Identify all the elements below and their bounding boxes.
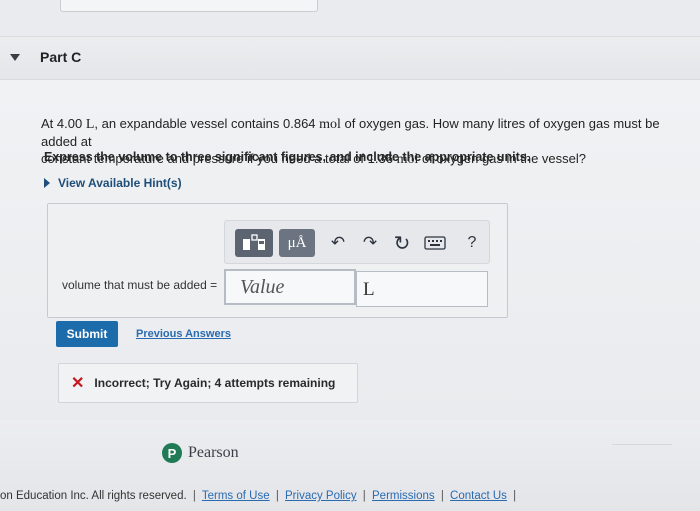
footer-separator: | [362,490,366,502]
pearson-name: Pearson [188,444,239,461]
footer-separator: | [275,490,279,502]
pearson-logo-icon: P [162,443,182,463]
redo-icon[interactable]: ↷ [359,229,381,257]
top-answer-box-edge [60,0,318,12]
expand-caret-icon [44,178,50,188]
view-hints-link[interactable]: View Available Hint(s) [44,176,182,190]
previous-answers-link[interactable]: Previous Answers [136,328,231,340]
instructions: Express the volume to three significant … [44,150,531,164]
terms-of-use-link[interactable]: Terms of Use [202,490,270,502]
units-button[interactable]: μÅ [279,229,315,257]
hint-label: View Available Hint(s) [58,176,182,190]
collapse-caret-icon[interactable] [10,54,20,61]
part-header[interactable]: Part C [0,36,700,80]
divider [612,444,672,445]
contact-us-link[interactable]: Contact Us [450,490,507,502]
answer-label: volume that must be added = [62,278,218,292]
permissions-link[interactable]: Permissions [372,490,435,502]
footer-separator: | [513,490,517,502]
feedback-message: ✕ Incorrect; Try Again; 4 attempts remai… [58,363,358,403]
keyboard-icon [424,236,446,250]
pearson-brand: P Pearson [162,443,239,463]
part-title: Part C [40,49,82,65]
reset-icon[interactable]: ↻ [391,229,413,257]
footer: on Education Inc. All rights reserved. |… [0,490,519,502]
math-toolbar: μÅ ↶ ↷ ↻ ? [224,220,490,264]
feedback-text: Incorrect; Try Again; 4 attempts remaini… [94,376,336,390]
copyright-text: on Education Inc. All rights reserved. [0,490,187,502]
unit-input[interactable]: L [356,271,488,307]
footer-separator: | [192,490,196,502]
incorrect-x-icon: ✕ [71,375,85,392]
keyboard-button[interactable] [423,229,447,257]
help-button[interactable]: ? [461,229,483,257]
submit-button[interactable]: Submit [56,321,118,347]
footer-separator: | [440,490,444,502]
templates-button[interactable] [235,229,273,257]
privacy-policy-link[interactable]: Privacy Policy [285,490,357,502]
templates-icon [243,234,265,250]
value-input[interactable]: Value [224,269,356,305]
undo-icon[interactable]: ↶ [327,229,349,257]
